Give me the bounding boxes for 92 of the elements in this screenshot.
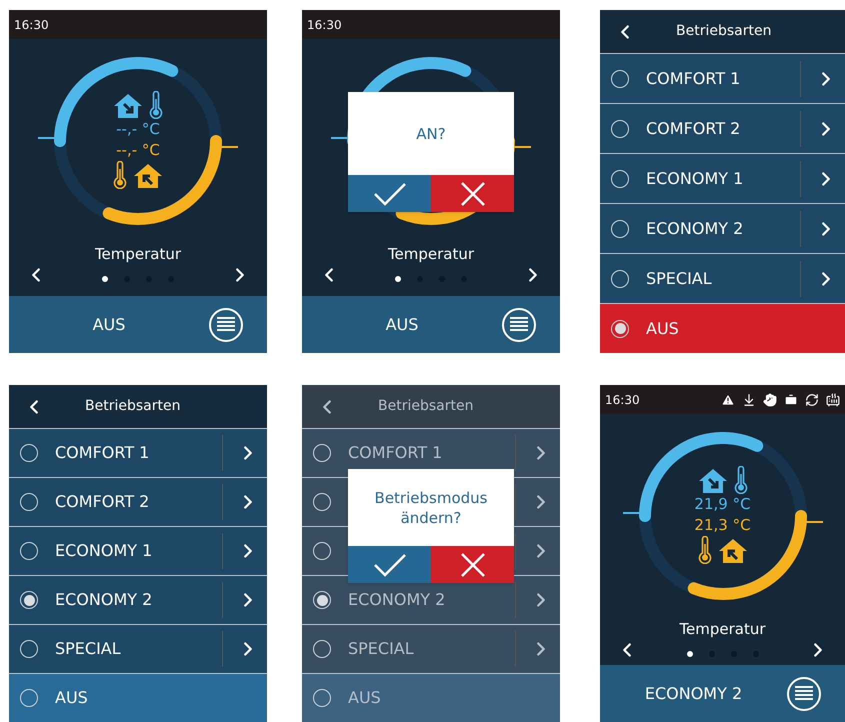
radio-button[interactable] — [20, 640, 38, 658]
mode-row[interactable]: ECONOMY 2 — [9, 575, 267, 624]
mode-row[interactable]: COMFORT 2 — [600, 103, 845, 153]
mode-label: COMFORT 2 — [646, 118, 740, 140]
screen-title: Betriebsarten — [378, 397, 474, 416]
warning-icon[interactable] — [721, 392, 735, 406]
close-icon — [460, 182, 484, 206]
mode-label[interactable]: ECONOMY 2 — [600, 682, 787, 706]
temperature-reading: --,- °C — [116, 119, 160, 140]
mode-row[interactable]: ECONOMY 2 — [600, 203, 845, 253]
temperature-reading: 21,9 °C — [694, 494, 751, 515]
mode-row[interactable]: SPECIAL — [600, 253, 845, 303]
mode-row[interactable]: AUS — [9, 673, 267, 722]
radio-button[interactable] — [611, 270, 629, 288]
radio-button[interactable] — [20, 493, 38, 511]
mode-label: SPECIAL — [348, 638, 414, 660]
screen-title: Betriebsarten — [676, 22, 772, 41]
mode-row[interactable]: SPECIAL — [9, 624, 267, 673]
mode-label: SPECIAL — [55, 638, 121, 660]
radio-button[interactable] — [611, 220, 629, 238]
radio-button[interactable] — [611, 320, 629, 338]
mode-row[interactable]: COMFORT 1 — [600, 53, 845, 103]
mode-row[interactable]: COMFORT 1 — [9, 428, 267, 477]
house-icon — [113, 93, 143, 119]
mode-label[interactable]: AUS — [302, 312, 502, 336]
dialog-message: Betriebsmodus ändern? — [374, 488, 488, 528]
mode-label: COMFORT 1 — [55, 442, 150, 464]
page-caption: Temperatur — [388, 244, 474, 265]
cancel-button[interactable] — [431, 546, 514, 583]
mode-label: AUS — [55, 687, 88, 709]
radio-button[interactable] — [313, 542, 331, 560]
check-icon — [372, 182, 406, 206]
thermometer-icon — [113, 161, 127, 189]
dialog-message: AN? — [416, 124, 446, 144]
menu-button[interactable] — [209, 308, 243, 342]
radio-button[interactable] — [20, 444, 38, 462]
mode-label[interactable]: AUS — [9, 312, 209, 336]
screen-title: Betriebsarten — [85, 397, 180, 416]
mode-label: COMFORT 1 — [646, 68, 740, 90]
mode-label: ECONOMY 1 — [55, 540, 152, 562]
heater-icon[interactable] — [826, 392, 840, 406]
radio-button[interactable] — [611, 120, 629, 138]
thermometer-icon — [149, 91, 163, 119]
mode-label: COMFORT 1 — [348, 442, 442, 464]
radio-button[interactable] — [20, 542, 38, 560]
mode-label: ECONOMY 2 — [646, 218, 744, 240]
radio-button[interactable] — [313, 640, 331, 658]
menu-icon — [510, 317, 528, 332]
mode-label: COMFORT 2 — [55, 491, 150, 513]
cancel-button[interactable] — [431, 175, 514, 212]
menu-button[interactable] — [787, 676, 821, 710]
thermometer-icon — [734, 466, 748, 494]
confirm-button[interactable] — [348, 546, 431, 583]
temperature-reading: --,- °C — [116, 140, 160, 161]
check-icon — [372, 552, 406, 576]
clock-time: 16:30 — [307, 16, 342, 34]
radio-button[interactable] — [20, 591, 38, 609]
mode-label: AUS — [646, 318, 679, 340]
mode-row[interactable]: ECONOMY 1 — [9, 526, 267, 575]
mode-label: ECONOMY 1 — [646, 168, 744, 190]
page-caption: Temperatur — [679, 619, 766, 640]
confirm-button[interactable] — [348, 175, 431, 212]
clock-time: 16:30 — [14, 16, 49, 34]
radio-button[interactable] — [313, 493, 331, 511]
radio-button[interactable] — [611, 70, 629, 88]
radio-button[interactable] — [313, 689, 331, 707]
temperature-reading: 21,3 °C — [694, 515, 751, 536]
clock-time: 16:30 — [605, 392, 640, 408]
mode-label: ECONOMY 2 — [348, 589, 446, 611]
thermometer-icon — [698, 536, 712, 564]
menu-icon — [217, 317, 235, 332]
radio-button[interactable] — [20, 689, 38, 707]
house-icon — [718, 538, 748, 564]
refresh-icon[interactable] — [805, 392, 819, 406]
mode-label: ECONOMY 2 — [55, 589, 152, 611]
close-icon — [460, 552, 484, 576]
house-icon — [698, 468, 728, 494]
hand-icon[interactable] — [763, 392, 777, 406]
radio-button[interactable] — [611, 170, 629, 188]
page-caption: Temperatur — [94, 244, 182, 265]
mode-row[interactable]: COMFORT 2 — [9, 477, 267, 526]
mode-row[interactable]: ECONOMY 1 — [600, 153, 845, 203]
briefcase-icon[interactable] — [784, 392, 798, 406]
mode-row[interactable]: AUS — [600, 303, 845, 353]
menu-icon — [795, 686, 813, 701]
menu-button[interactable] — [502, 308, 536, 342]
radio-button[interactable] — [313, 444, 331, 462]
mode-row[interactable]: SPECIAL — [302, 624, 560, 673]
mode-label: SPECIAL — [646, 268, 712, 290]
radio-button[interactable] — [313, 591, 331, 609]
mode-label: AUS — [348, 687, 381, 709]
house-icon — [133, 163, 163, 189]
